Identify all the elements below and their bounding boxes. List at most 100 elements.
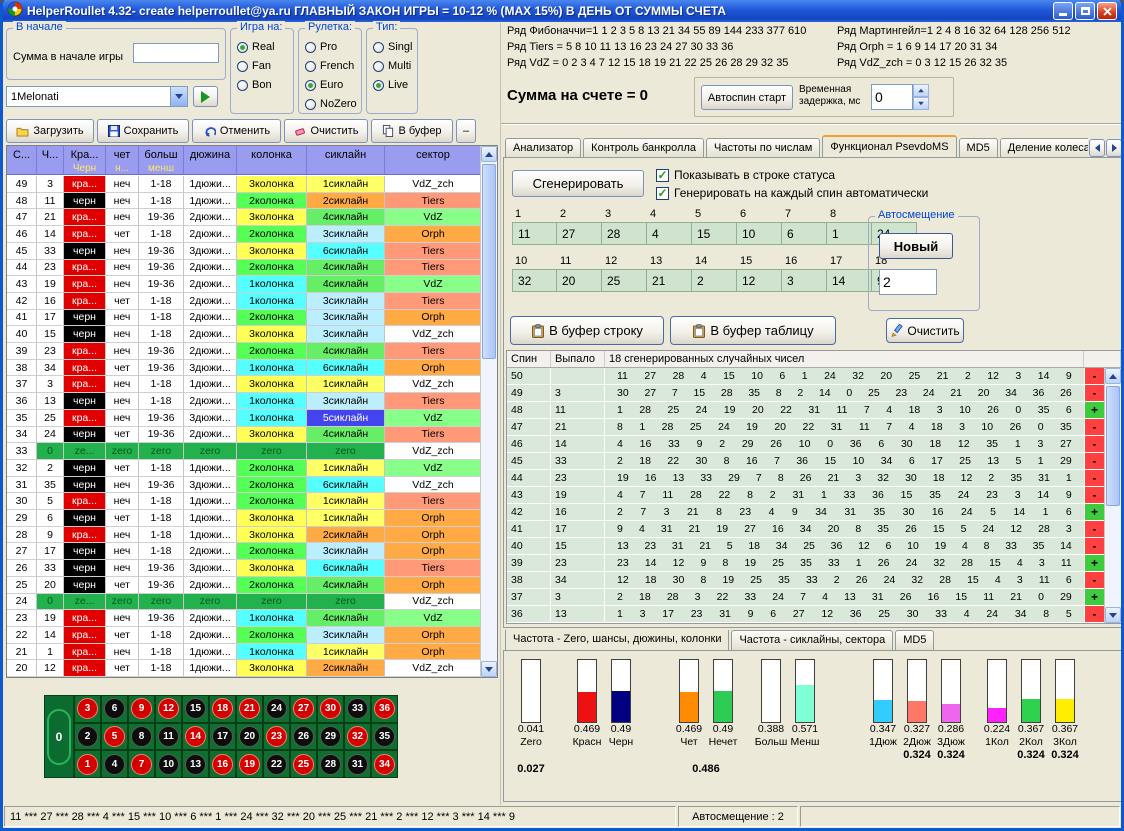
radio-option-french[interactable]: French: [305, 58, 361, 74]
roulette-cell[interactable]: 12: [155, 695, 182, 723]
gen-table-scrollbar[interactable]: [1104, 368, 1121, 623]
toolbar-button[interactable]: Отменить: [192, 119, 281, 143]
spin-up-button[interactable]: [913, 84, 929, 97]
profile-select[interactable]: 1Melonati: [6, 86, 188, 107]
roulette-cell[interactable]: 20: [236, 723, 263, 751]
roulette-cell[interactable]: 31: [344, 750, 371, 778]
roulette-cell[interactable]: 8: [128, 723, 155, 751]
grid-number-cell[interactable]: 1: [827, 222, 872, 245]
history-row[interactable]: 4015черннеч1-182дюжи...3колонка3сиклайнV…: [7, 326, 482, 343]
radio-option-fan[interactable]: Fan: [237, 58, 293, 74]
gen-row[interactable]: 3732182832233247413312616151121029+: [507, 589, 1104, 606]
history-row[interactable]: 296чернчет1-181дюжи...3колонка1сиклайнOr…: [7, 510, 482, 527]
radio-option-live[interactable]: Live: [373, 77, 417, 93]
scroll-up-button[interactable]: [1105, 368, 1121, 384]
tab-контроль-банкролла[interactable]: Контроль банкролла: [583, 138, 704, 158]
grid-number-cell[interactable]: 27: [557, 222, 602, 245]
gen-row[interactable]: 50112728415106124322025212123149-: [507, 368, 1104, 385]
grid-number-cell[interactable]: 32: [512, 269, 557, 292]
gen-row[interactable]: 41179431211927163420835261552412283-: [507, 521, 1104, 538]
radio-option-singl[interactable]: Singl: [373, 39, 417, 55]
tab-анализатор[interactable]: Анализатор: [505, 138, 581, 158]
radio-option-pro[interactable]: Pro: [305, 39, 361, 55]
checkbox-item[interactable]: ✓Генерировать на каждый спин автоматичес…: [656, 184, 928, 202]
toolbar-button[interactable]: –: [456, 119, 476, 143]
roulette-cell[interactable]: 25: [290, 750, 317, 778]
history-header-cell[interactable]: колонка: [237, 146, 307, 163]
roulette-cell[interactable]: 29: [317, 723, 344, 751]
tab-частота-zero-шансы-дюжины-колонки[interactable]: Частота - Zero, шансы, дюжины, колонки: [505, 630, 729, 650]
radio-option-multi[interactable]: Multi: [373, 58, 417, 74]
history-header-cell[interactable]: чет: [106, 146, 139, 163]
zero-cell[interactable]: 0: [44, 695, 74, 778]
gen-row[interactable]: 4721812825241920223111741831026035-: [507, 419, 1104, 436]
roulette-cell[interactable]: 27: [290, 695, 317, 723]
grid-number-cell[interactable]: 12: [737, 269, 782, 292]
tab-функционал-psevdoms[interactable]: Функционал PsevdoMS: [822, 135, 956, 158]
gen-row[interactable]: 44231916133329782621332301812235311-: [507, 470, 1104, 487]
roulette-cell[interactable]: 3: [74, 695, 101, 723]
roulette-cell[interactable]: 15: [182, 695, 209, 723]
tab-md5[interactable]: MD5: [895, 630, 934, 650]
gen-row[interactable]: 4811128252419202231117418310260356+: [507, 402, 1104, 419]
history-row[interactable]: 373кра...неч1-181дюжи...3колонка1сиклайн…: [7, 376, 482, 393]
roulette-cell[interactable]: 21: [236, 695, 263, 723]
scroll-thumb[interactable]: [1106, 386, 1120, 506]
history-row[interactable]: 330ze...zerozerozerozerozeroVdZ_zch: [7, 443, 482, 460]
maximize-button[interactable]: [1075, 2, 1095, 20]
history-row[interactable]: 3135черннеч19-363дюжи...2колонка6сиклайн…: [7, 477, 482, 494]
gen-row[interactable]: 361313172331962712362530334243485-: [507, 606, 1104, 623]
clear-gen-button[interactable]: Очистить: [886, 318, 964, 343]
history-row[interactable]: 211кра...неч1-181дюжи...1колонка1сиклайн…: [7, 644, 482, 661]
play-button[interactable]: [193, 86, 218, 107]
grid-number-cell[interactable]: 21: [647, 269, 692, 292]
roulette-cell[interactable]: 32: [344, 723, 371, 751]
roulette-cell[interactable]: 24: [263, 695, 290, 723]
grid-number-cell[interactable]: 6: [782, 222, 827, 245]
history-row[interactable]: 3834кра...чет19-363дюжи...1колонка6сикла…: [7, 360, 482, 377]
toolbar-button[interactable]: Загрузить: [6, 119, 94, 143]
history-row[interactable]: 3923кра...неч19-362дюжи...2колонка4сикла…: [7, 343, 482, 360]
copy-table-button[interactable]: В буфер таблицу: [670, 316, 836, 345]
history-row[interactable]: 2520чернчет19-362дюжи...2колонка4сиклайн…: [7, 577, 482, 594]
toolbar-button[interactable]: Сохранить: [97, 119, 189, 143]
spin-down-button[interactable]: [913, 97, 929, 110]
roulette-cell[interactable]: 33: [344, 695, 371, 723]
history-header-cell[interactable]: Ч...: [37, 146, 64, 163]
history-row[interactable]: 4117черннеч1-182дюжи...2колонка3сиклайнO…: [7, 310, 482, 327]
tab-деление-колеса-на[interactable]: Деление колеса на: [1000, 138, 1088, 158]
grid-number-cell[interactable]: 10: [737, 222, 782, 245]
autoshift-value-input[interactable]: 2: [879, 269, 937, 295]
radio-option-euro[interactable]: Euro: [305, 77, 361, 93]
roulette-cell[interactable]: 26: [290, 723, 317, 751]
grid-number-cell[interactable]: 20: [557, 269, 602, 292]
grid-number-cell[interactable]: 4: [647, 222, 692, 245]
history-row[interactable]: 3424чернчет19-362дюжи...3колонка4сиклайн…: [7, 427, 482, 444]
radio-option-nozero[interactable]: NoZero: [305, 96, 361, 112]
tab-частота-сиклайны-сектора[interactable]: Частота - сиклайны, сектора: [731, 630, 893, 650]
history-row[interactable]: 4533черннеч19-363дюжи...3колонка6сиклайн…: [7, 243, 482, 260]
roulette-cell[interactable]: 14: [182, 723, 209, 751]
tab-md5[interactable]: MD5: [959, 138, 998, 158]
roulette-cell[interactable]: 18: [209, 695, 236, 723]
history-row[interactable]: 2012кра...чет1-181дюжи...3колонка2сиклай…: [7, 660, 482, 677]
grid-number-cell[interactable]: 28: [602, 222, 647, 245]
roulette-cell[interactable]: 1: [74, 750, 101, 778]
gen-row[interactable]: 49330277152835821402523242120343626-: [507, 385, 1104, 402]
chevron-down-icon[interactable]: [170, 87, 187, 106]
gen-row[interactable]: 4533218223081673615103461725135129-: [507, 453, 1104, 470]
roulette-cell[interactable]: 9: [128, 695, 155, 723]
gen-row[interactable]: 431947112822823113336153524233149-: [507, 487, 1104, 504]
gen-row[interactable]: 39232314129819253533126243228154311+: [507, 555, 1104, 572]
history-header-cell[interactable]: С...: [7, 146, 37, 163]
gen-row[interactable]: 4216273218234934313530162451416+: [507, 504, 1104, 521]
history-row[interactable]: 4721кра...неч19-362дюжи...3колонка4сикла…: [7, 209, 482, 226]
roulette-cell[interactable]: 13: [182, 750, 209, 778]
scroll-down-button[interactable]: [481, 661, 497, 677]
grid-number-cell[interactable]: 25: [602, 269, 647, 292]
grid-number-cell[interactable]: 2: [692, 269, 737, 292]
toolbar-button[interactable]: В буфер: [371, 119, 453, 143]
roulette-cell[interactable]: 22: [263, 750, 290, 778]
generate-button[interactable]: Сгенерировать: [512, 170, 644, 197]
history-row[interactable]: 2319кра...неч19-362дюжи...1колонка4сикла…: [7, 610, 482, 627]
